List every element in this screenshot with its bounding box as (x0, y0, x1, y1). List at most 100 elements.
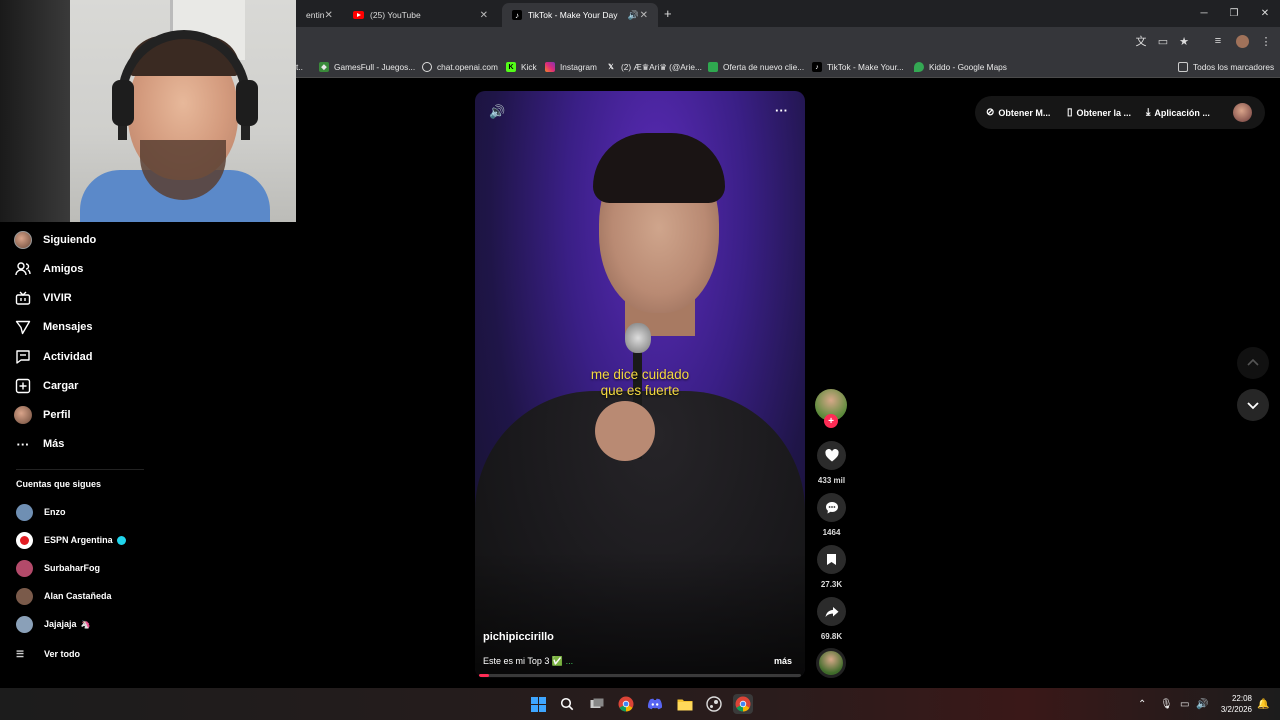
verified-badge-icon (116, 535, 126, 545)
close-tab-icon[interactable]: ✕ (640, 10, 648, 21)
bookmark-gamesfull[interactable]: ◆ GamesFull - Juegos... (319, 56, 415, 78)
followed-account-enzo[interactable]: Enzo (16, 501, 66, 523)
sidebar-item-activity[interactable]: Actividad (14, 344, 93, 370)
next-video-button[interactable] (1237, 389, 1269, 421)
get-app-button[interactable]: ▯ Obtener la ... (1067, 96, 1131, 129)
tiktok-icon: ♪ (512, 10, 522, 20)
phone-icon: ▯ (1067, 107, 1073, 118)
sidebar-item-friends[interactable]: Amigos (14, 256, 83, 282)
bookmark-star-icon[interactable]: ★ (1176, 33, 1192, 49)
sidebar-item-more[interactable]: ··· Más (14, 431, 65, 457)
menu-icon[interactable]: ⋮ (1258, 33, 1274, 49)
bookmark-maps[interactable]: Kiddo - Google Maps (914, 56, 1007, 78)
youtube-icon (353, 11, 364, 19)
video-description: Este es mi Top 3 ✅ ... (483, 656, 574, 666)
tab-tiktok[interactable]: ♪ TikTok - Make Your Day 🔊 ✕ (502, 3, 658, 27)
close-tab-icon[interactable]: ✕ (480, 10, 488, 21)
speaker-icon[interactable]: 🔊 (1196, 694, 1208, 714)
share-icon (825, 606, 838, 617)
reading-list-icon[interactable]: ≡ (1210, 33, 1226, 49)
gamepad-icon: ◆ (319, 62, 329, 72)
profile-icon[interactable] (1234, 33, 1250, 49)
followed-account-espn[interactable]: ESPN Argentina (16, 529, 126, 551)
tab-youtube[interactable]: (25) YouTube ✕ (343, 3, 498, 27)
save-count: 27.3K (820, 580, 843, 589)
openai-icon (422, 62, 432, 72)
system-clock[interactable]: 22:08 3/2/2026 (1212, 693, 1252, 715)
bookmark-partial[interactable]: t.. (296, 56, 303, 78)
maps-icon (914, 62, 924, 72)
avatar (16, 503, 33, 521)
previous-video-button[interactable] (1237, 347, 1269, 379)
music-disc-avatar[interactable] (816, 648, 846, 678)
task-view-icon[interactable] (587, 694, 607, 714)
more-options-icon[interactable]: ··· (775, 103, 788, 118)
cast-icon[interactable]: ▭ (1155, 33, 1171, 49)
windows-start-icon[interactable] (528, 694, 548, 714)
more-icon: ··· (16, 436, 30, 452)
user-avatar[interactable] (1233, 103, 1252, 122)
follow-plus-icon[interactable]: + (824, 414, 838, 428)
followed-account-surbaharfog[interactable]: SurbaharFog (16, 557, 100, 579)
bookmark-icon (827, 554, 836, 565)
download-icon: ⤓ (1146, 107, 1151, 118)
file-explorer-icon[interactable] (675, 694, 695, 714)
get-coins-button[interactable]: ⊘ Obtener M... (986, 96, 1050, 129)
volume-icon[interactable]: 🔊 (489, 104, 505, 120)
avatar (16, 587, 33, 605)
minimize-button[interactable]: ─ (1187, 0, 1221, 27)
save-button[interactable] (817, 545, 846, 574)
list-icon: ☰ (16, 648, 25, 659)
comment-button[interactable] (817, 493, 846, 522)
bookmark-oferta[interactable]: Oferta de nuevo clie... (708, 56, 804, 78)
bookmark-instagram[interactable]: Instagram (545, 56, 597, 78)
see-all-button[interactable]: ☰ Ver todo (16, 643, 80, 665)
chevron-up-icon (1247, 358, 1259, 366)
translate-icon[interactable]: ⽂ (1133, 33, 1149, 49)
sidebar-item-messages[interactable]: Mensajes (14, 314, 93, 340)
like-button[interactable] (817, 441, 846, 470)
sidebar-item-profile[interactable]: Perfil (14, 402, 71, 428)
comment-count: 1464 (822, 528, 841, 537)
sidebar-item-upload[interactable]: Cargar (14, 373, 78, 399)
search-icon[interactable] (557, 694, 577, 714)
more-description-button[interactable]: más (774, 656, 792, 666)
steam-icon[interactable] (704, 694, 724, 714)
video-player[interactable]: 🔊 ··· me dice cuidado que es fuerte pich… (475, 91, 805, 678)
avatar (16, 559, 33, 577)
tab-title: entin (306, 10, 325, 20)
heart-icon (824, 449, 839, 462)
close-tab-icon[interactable]: ✕ (324, 10, 332, 21)
discord-icon[interactable] (645, 694, 665, 714)
share-button[interactable] (817, 597, 846, 626)
tab-partial[interactable]: entin ✕ (296, 3, 340, 27)
instagram-icon (545, 62, 555, 72)
chrome-icon[interactable] (616, 694, 636, 714)
network-icon[interactable]: ▭ (1180, 694, 1189, 714)
video-content (595, 401, 655, 461)
video-progress-bar[interactable] (479, 674, 801, 677)
close-window-button[interactable]: ✕ (1248, 0, 1280, 27)
show-hidden-icons[interactable]: ⌃ (1138, 694, 1146, 714)
notifications-icon[interactable]: 🔔 (1257, 694, 1269, 714)
messages-icon (14, 318, 32, 336)
all-bookmarks[interactable]: Todos los marcadores (1178, 56, 1274, 78)
desktop-app-button[interactable]: ⤓ Aplicación ... (1146, 96, 1210, 129)
bookmark-kick[interactable]: K Kick (506, 56, 537, 78)
bookmark-tiktok[interactable]: ♪ TikTok - Make Your... (812, 56, 904, 78)
new-tab-button[interactable]: + (664, 6, 672, 21)
upload-icon (14, 377, 32, 395)
audio-playing-icon[interactable]: 🔊 (627, 10, 638, 21)
restore-button[interactable]: ❐ (1217, 0, 1251, 27)
sidebar-item-following[interactable]: Siguiendo (14, 227, 96, 253)
windows-taskbar (0, 688, 1280, 720)
sidebar-item-live[interactable]: VIVIR (14, 285, 72, 311)
followed-account-jajajaja[interactable]: Jajajaja 🦄 (16, 613, 91, 635)
chrome-active-icon[interactable] (733, 694, 753, 714)
bookmark-openai[interactable]: chat.openai.com (422, 56, 498, 78)
followed-account-alan[interactable]: Alan Castañeda (16, 585, 112, 607)
headset (236, 80, 258, 126)
video-username[interactable]: pichipiccirillo (483, 631, 554, 643)
bookmark-x[interactable]: 𝕏 (2) Æ♛Ari♛ (@Arie... (606, 56, 702, 78)
microphone-icon[interactable]: 🎙 (1160, 694, 1173, 714)
